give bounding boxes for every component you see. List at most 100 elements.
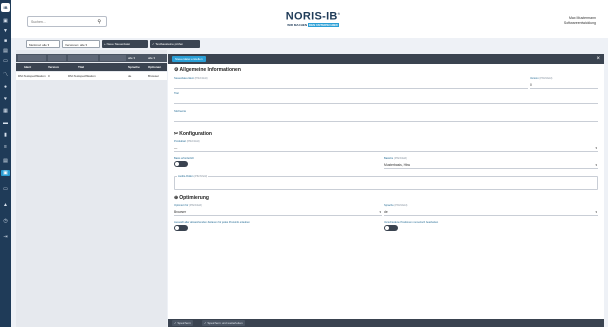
positionen-numerisch-toggle[interactable]: [384, 225, 398, 231]
bashe-label: Basishe: [384, 157, 394, 160]
brand-name: NORIS-IB: [285, 10, 338, 23]
box-icon[interactable]: ▤: [2, 48, 9, 54]
folder-open-icon[interactable]: ▭: [2, 186, 9, 192]
filter-optionen-value: alle: [148, 56, 153, 60]
search-input[interactable]: [28, 17, 94, 27]
brand-registered-mark: ®: [337, 12, 341, 16]
col-header-version[interactable]: Version: [46, 63, 66, 71]
version-optional: (Pflichtfeld): [539, 77, 553, 80]
section-konfiguration: ✂Konfiguration: [174, 131, 212, 137]
section-optimierung: ⊕Optimierung: [174, 195, 209, 201]
chevron-down-icon: ▾: [595, 163, 597, 167]
bashe-select[interactable]: Basishe (Pflichtfeld) Musterbasis, Hkw ▾: [384, 157, 598, 169]
filter-titel-cell[interactable]: [66, 54, 98, 62]
filter-ident-input[interactable]: [18, 55, 46, 61]
cell-titel: DM-Testspezifikation: [68, 74, 96, 78]
id-card-icon[interactable]: ▤: [2, 158, 9, 164]
ident-field[interactable]: Steuerdatei-Ident (Pflichtfeld): [174, 77, 528, 89]
user-role: Softwareentwicklung: [563, 21, 596, 25]
titel-field[interactable]: Titel: [174, 92, 598, 104]
dialog-title-tag: Steuerdatei erstellen: [172, 56, 206, 62]
produktart-value: —: [174, 146, 178, 150]
logo-icon[interactable]: IB: [1, 3, 10, 12]
cell-version: 0: [48, 74, 50, 78]
folder-icon[interactable]: ■: [2, 38, 9, 44]
user-info[interactable]: Max Mustermann Softwareentwicklung: [564, 16, 596, 26]
filter-optionen-cell[interactable]: alle ▾: [146, 54, 167, 62]
chevron-down-icon: ▾: [595, 146, 597, 150]
section-allgemeine-informationen: ⚙Allgemeine Informationen: [174, 67, 241, 73]
toggle1-label: Auswahl aller abweichenden Zeilanen für …: [174, 221, 250, 224]
cell-optionen: Browser: [148, 74, 160, 78]
brand-tag-highlight: DEN UNTERSCHIED: [307, 22, 339, 27]
filter-empty-input[interactable]: [100, 55, 126, 61]
ident-label: Steuerdatei-Ident: [174, 77, 194, 80]
brand-logo: NORIS-IB® WIR MACHEN DEN UNTERSCHIED: [283, 9, 343, 27]
tools-icon: ✂: [174, 131, 179, 137]
abweichende-zeilen-toggle[interactable]: [174, 225, 188, 231]
clock-icon[interactable]: ◷: [2, 218, 9, 224]
steuerdatei-table: alle ▾ alle ▾ Ident Version Titel Sprach…: [16, 50, 167, 327]
dashboard-icon[interactable]: ▣: [2, 18, 9, 24]
versionen-filter-select[interactable]: Versionen: alle ▾: [62, 40, 100, 48]
check-textbausteine-label: Textbausteine prüfen: [155, 42, 184, 46]
document-icon[interactable]: ▬: [2, 120, 9, 126]
stichworte-field[interactable]: Stichworte: [174, 110, 598, 122]
basis-toggle[interactable]: [174, 161, 188, 167]
bashe-optional: (Pflichtfeld): [393, 157, 407, 160]
save-label: Speichern: [177, 321, 191, 325]
optimiert-fuer-select[interactable]: Optimiert für (Pflichtfeld) Browser ▾: [174, 204, 382, 216]
settings-icon[interactable]: ●: [2, 84, 9, 90]
version-label: Version: [530, 77, 539, 80]
logout-icon[interactable]: ⇥: [2, 234, 9, 240]
cell-sprache: de: [128, 74, 132, 78]
cart-icon[interactable]: ♥: [2, 96, 9, 102]
active-document-icon[interactable]: ▣: [1, 170, 10, 176]
brand-tag-prefix: WIR MACHEN: [287, 22, 308, 27]
filter-version-input[interactable]: [48, 55, 66, 61]
table-row[interactable]: DM-Testspezifikation 0 DM-Testspezifikat…: [16, 72, 167, 80]
chart-icon[interactable]: 〽: [2, 72, 9, 78]
info-icon[interactable]: ▮: [2, 132, 9, 138]
sprache-select[interactable]: Sprache (Pflichtfeld) de ▾: [384, 204, 598, 216]
section-title: Allgemeine Informationen: [179, 67, 241, 73]
create-steuerdatei-dialog: Steuerdatei erstellen × ⚙Allgemeine Info…: [168, 54, 604, 327]
filter-empty-cell[interactable]: [98, 54, 126, 62]
search-icon[interactable]: ⚲: [97, 19, 101, 25]
lock-icon[interactable]: ▲: [2, 202, 9, 208]
produktart-select[interactable]: Produktart (Pflichtfeld) — ▾: [174, 140, 598, 152]
plus-circle-icon: ⊕: [174, 195, 179, 201]
audits-field[interactable]: Audits-Rollen (Pflichtfeld): [174, 175, 598, 190]
gear-icon: ⚙: [174, 67, 179, 73]
dialog-header: Steuerdatei erstellen ×: [168, 54, 604, 64]
grid-icon[interactable]: ▦: [2, 108, 9, 114]
filter-ident-cell[interactable]: [16, 54, 46, 62]
produktart-optional: (Pflichtfeld): [186, 140, 200, 143]
toggle2-label: Verschiedene Positionen numerisch bearbe…: [384, 221, 439, 224]
close-icon[interactable]: ×: [596, 55, 600, 63]
col-header-optionen[interactable]: Optionen: [146, 63, 167, 71]
col-header-titel[interactable]: Titel: [66, 63, 98, 71]
merkmal-filter-select[interactable]: Merkmal: alle ▾: [26, 40, 60, 48]
filter-version-cell[interactable]: [46, 54, 66, 62]
audits-label: Audits-Rollen: [178, 175, 194, 178]
col-header-ident[interactable]: Ident: [16, 63, 46, 71]
save-button[interactable]: ✓ Speichern: [172, 320, 193, 326]
basis-toggle-label: Basis erforderlich: [174, 157, 195, 160]
col-header-sprache[interactable]: Sprache: [126, 63, 146, 71]
filter-sprache-cell[interactable]: alle ▾: [126, 54, 146, 62]
filter-titel-input[interactable]: [68, 55, 98, 61]
list-icon[interactable]: ≡: [2, 144, 9, 150]
save-and-continue-button[interactable]: ✓ Speichern und weiterleiten: [202, 320, 245, 326]
dialog-footer: ✓ Speichern ✓ Speichern und weiterleiten: [168, 319, 604, 327]
version-field[interactable]: Version (Pflichtfeld) 0: [530, 77, 598, 89]
check-textbausteine-button[interactable]: ✓ Textbausteine prüfen: [150, 40, 200, 48]
folder-icon[interactable]: ▭: [2, 58, 9, 64]
new-steuerdatei-button[interactable]: + Neue Steuerdatei: [102, 40, 148, 48]
versionen-filter-label: Versionen: alle: [65, 43, 85, 47]
header-row: Ident Version Titel Sprache Optionen: [16, 63, 167, 71]
optimiert-fuer-value: Browser: [174, 210, 187, 214]
search-box[interactable]: ⚲: [27, 16, 107, 27]
funnel-icon[interactable]: ▼: [2, 28, 9, 34]
optimiert-fuer-optional: (Pflichtfeld): [189, 204, 202, 207]
